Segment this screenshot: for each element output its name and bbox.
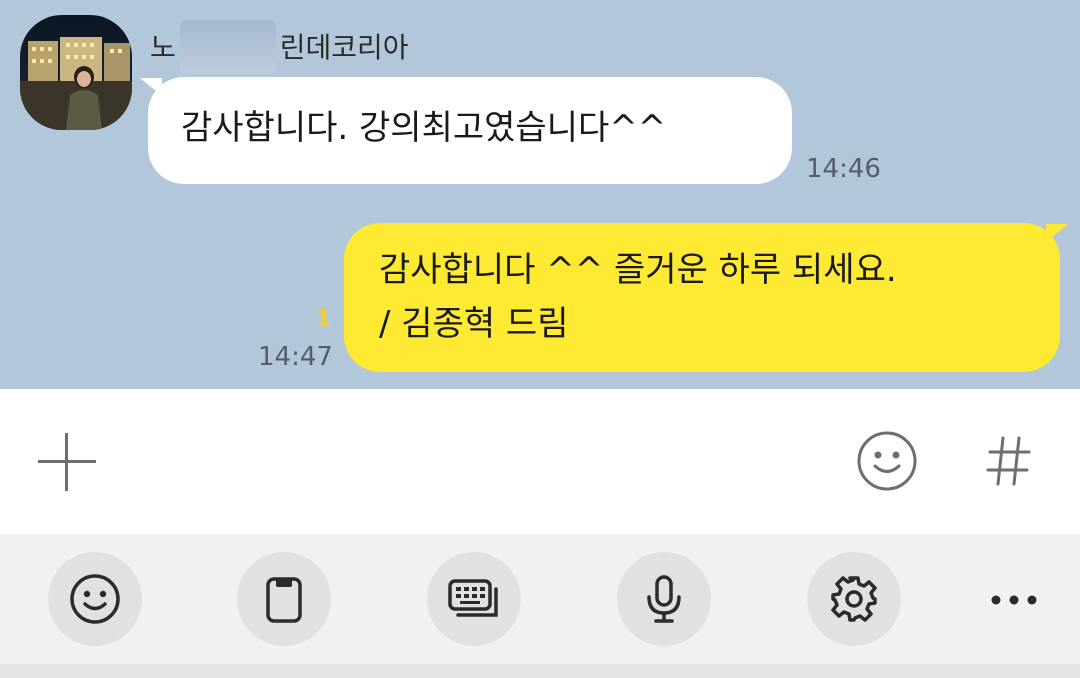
hashtag-icon[interactable] <box>986 434 1032 488</box>
chat-area: 노 린데코리아 감사합니다. 강의최고였습니다^^ 14:46 감사합니다 ^^ … <box>0 0 1080 389</box>
keyboard-toolbar <box>0 534 1080 678</box>
clipboard-icon[interactable] <box>237 552 331 646</box>
sender-name-suffix: 린데코리아 <box>279 31 409 64</box>
outgoing-message-time: 14:47 <box>258 342 333 372</box>
more-icon[interactable] <box>990 592 1038 608</box>
outgoing-message-line-2: / 김종혁 드림 <box>379 304 569 344</box>
emoticon-icon[interactable] <box>856 430 918 492</box>
incoming-message-text: 감사합니다. 강의최고였습니다^^ <box>181 108 667 148</box>
outgoing-message-line-1: 감사합니다 ^^ 즐거운 하루 되세요. <box>379 250 897 290</box>
outgoing-message-bubble[interactable]: 감사합니다 ^^ 즐거운 하루 되세요. / 김종혁 드림 <box>344 223 1060 372</box>
settings-icon[interactable] <box>807 552 901 646</box>
redacted-name-blur <box>179 20 276 74</box>
message-input-bar[interactable] <box>0 389 1080 534</box>
emoji-icon[interactable] <box>48 552 142 646</box>
plus-icon[interactable] <box>38 433 96 491</box>
keyboard-mode-icon[interactable] <box>427 552 521 646</box>
keyboard-top-edge <box>0 664 1080 678</box>
microphone-icon[interactable] <box>617 552 711 646</box>
unread-count-badge: 1 <box>316 307 332 332</box>
incoming-message-bubble[interactable]: 감사합니다. 강의최고였습니다^^ <box>148 77 792 184</box>
sender-avatar[interactable] <box>20 15 132 130</box>
sender-name: 노 린데코리아 <box>150 20 409 76</box>
sender-name-prefix: 노 <box>150 31 176 64</box>
incoming-message-time: 14:46 <box>806 154 881 184</box>
avatar-photo <box>20 15 132 130</box>
